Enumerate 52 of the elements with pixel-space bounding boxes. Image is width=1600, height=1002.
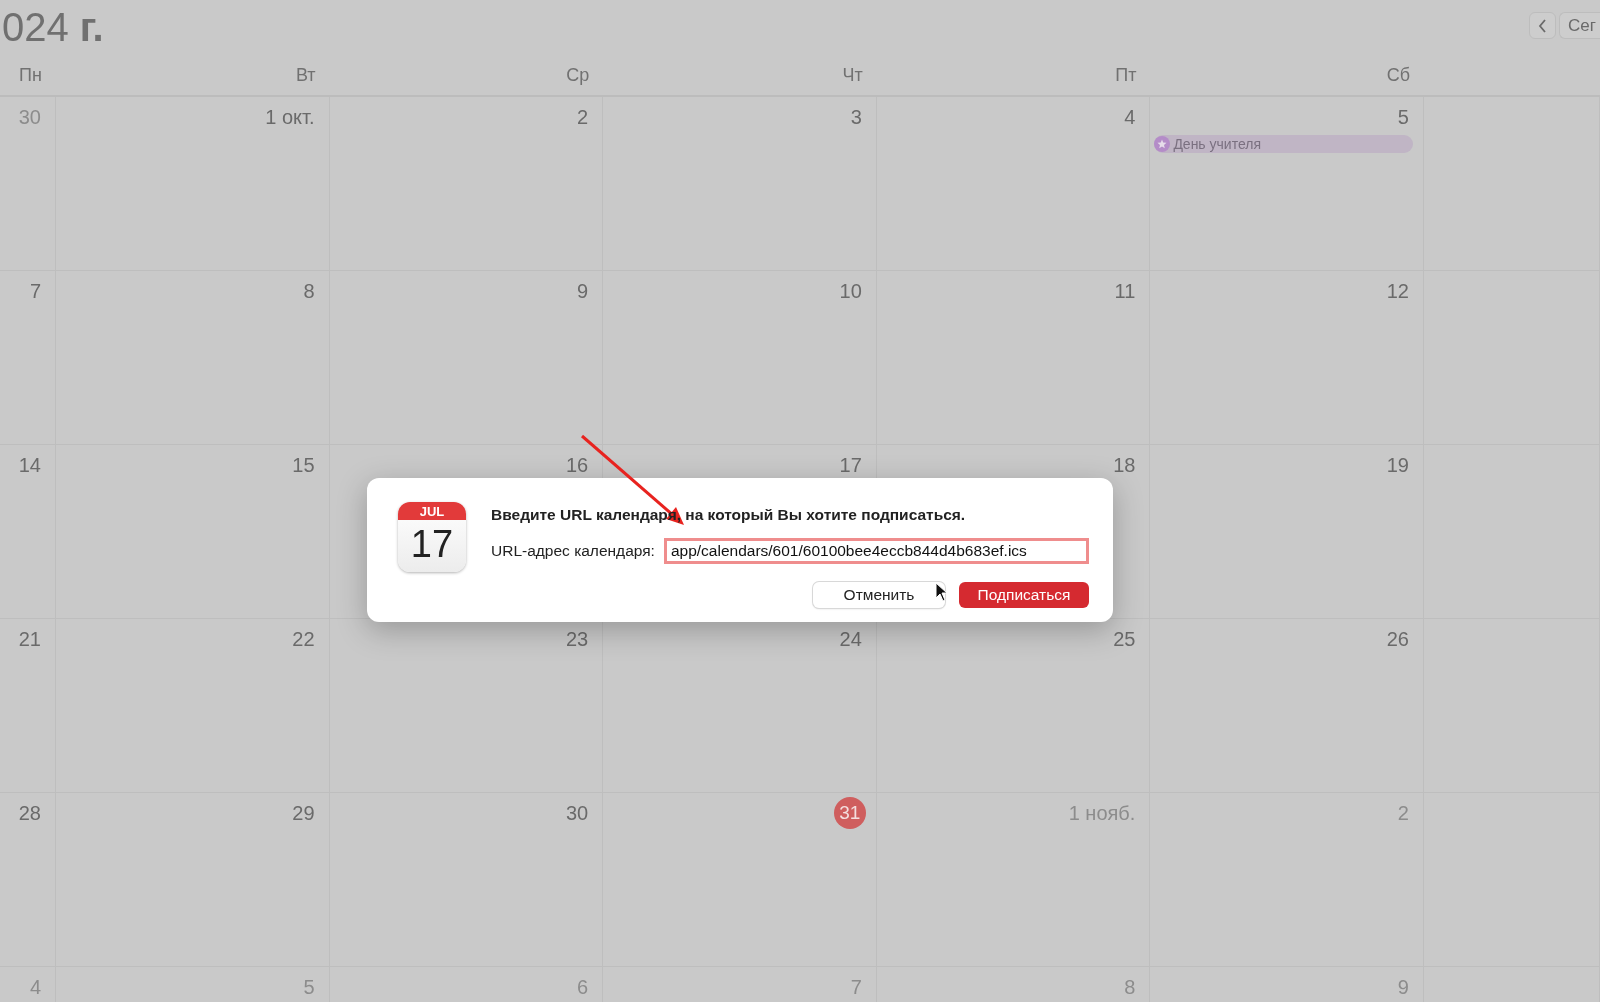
url-field[interactable]: app/calendars/601/60100bee4eccb844d4b683ef.ics bbox=[663, 538, 1089, 564]
day-number: 29 bbox=[291, 801, 316, 826]
weekday-label: Вт bbox=[295, 64, 316, 86]
year-title: 024 г. bbox=[2, 5, 104, 50]
day-number: 5 bbox=[302, 975, 316, 1000]
day-number: 24 bbox=[838, 627, 863, 652]
day-number: 9 bbox=[1396, 975, 1410, 1000]
day-number: 22 bbox=[291, 627, 316, 652]
cancel-button[interactable]: Отменить bbox=[813, 582, 945, 608]
day-number: 6 bbox=[576, 975, 590, 1000]
day-number: 5 bbox=[1396, 105, 1410, 130]
weekday-label: Пт bbox=[1115, 64, 1137, 86]
day-number: 30 bbox=[564, 801, 590, 826]
day-number: 21 bbox=[17, 627, 42, 652]
day-number: 9 bbox=[576, 279, 590, 304]
url-label: URL-адрес календаря: bbox=[491, 542, 655, 560]
day-number: 17 bbox=[838, 453, 863, 478]
day-number: 15 bbox=[291, 453, 316, 478]
weekday-label: Сб bbox=[1386, 64, 1410, 86]
day-number: 1 окт. bbox=[264, 105, 316, 130]
day-number: 1 нояб. bbox=[1067, 801, 1137, 826]
day-number: 30 bbox=[17, 105, 42, 130]
day-number: 18 bbox=[1112, 453, 1137, 478]
day-number: 8 bbox=[302, 279, 316, 304]
day-number: 28 bbox=[17, 801, 42, 826]
day-number: 4 bbox=[28, 975, 42, 1000]
day-number: 23 bbox=[564, 627, 590, 652]
day-number: 7 bbox=[28, 279, 42, 304]
day-number: 11 bbox=[1113, 279, 1137, 304]
weekday-label: Ср bbox=[566, 64, 590, 86]
day-number: 8 bbox=[1123, 975, 1137, 1000]
calendar-app-icon: JUL 17 bbox=[398, 502, 466, 572]
previous-button[interactable] bbox=[1529, 12, 1557, 39]
subscribe-button[interactable]: Подписаться bbox=[959, 582, 1089, 608]
day-number: 4 bbox=[1123, 105, 1137, 130]
chevron-left-icon bbox=[1538, 18, 1548, 33]
day-number: 2 bbox=[576, 105, 590, 130]
day-number: 25 bbox=[1112, 627, 1137, 652]
day-number: 16 bbox=[564, 453, 590, 478]
day-number: 2 bbox=[1396, 801, 1410, 826]
day-number: 3 bbox=[849, 105, 863, 130]
day-number: 19 bbox=[1385, 453, 1410, 478]
weekday-label: Пн bbox=[19, 64, 42, 86]
cursor-icon bbox=[935, 582, 949, 602]
weekday-label: Чт bbox=[842, 64, 863, 86]
day-number: 10 bbox=[838, 279, 863, 304]
today-button[interactable]: Сег bbox=[1559, 12, 1600, 39]
day-number: 26 bbox=[1385, 627, 1410, 652]
day-number: 14 bbox=[17, 453, 42, 478]
day-number: 7 bbox=[849, 975, 863, 1000]
day-number: 31 bbox=[833, 797, 866, 829]
day-number: 12 bbox=[1385, 279, 1410, 304]
